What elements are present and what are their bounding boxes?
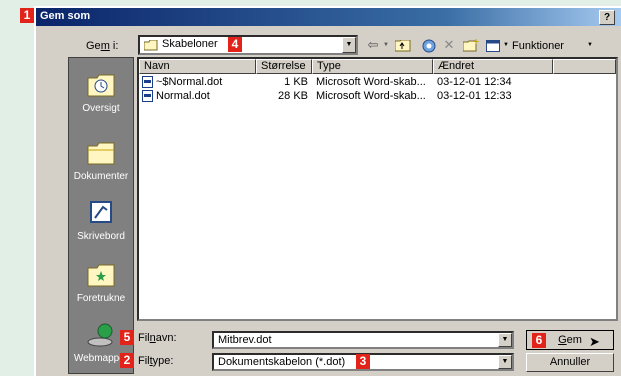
places-item-favorites[interactable]: Foretrukne [69,260,133,304]
title-bar: Gem som ? [36,8,621,26]
cancel-button[interactable]: Annuller [526,353,614,372]
file-name: Normal.dot [156,90,210,102]
file-row[interactable]: ~$Normal.dot 1 KB Microsoft Word-skab...… [139,75,616,89]
dialog-title: Gem som [40,10,91,22]
desktop-icon [90,201,112,223]
save-in-value: Skabeloner [162,38,218,50]
web-folders-icon [87,323,113,347]
places-label-documents: Dokumenter [73,171,129,182]
column-header-name[interactable]: Navn [139,59,256,74]
callout-marker-2: 2 [120,353,134,368]
views-icon[interactable] [484,35,502,55]
file-row[interactable]: Normal.dot 28 KB Microsoft Word-skab... … [139,89,616,103]
callout-marker-3: 3 [356,354,370,369]
save-in-dropdown[interactable]: Skabeloner ▼ [138,35,358,55]
word-template-icon [142,76,153,88]
places-item-documents[interactable]: Dokumenter [69,138,133,182]
save-in-label: Gem i: [86,40,119,52]
file-name: ~$Normal.dot [156,76,223,88]
places-label-history: Oversigt [82,103,120,114]
places-label-favorites: Foretrukne [76,293,126,304]
chevron-down-icon[interactable]: ▼ [342,37,356,53]
filetype-label: Filtype: [138,355,174,367]
word-template-icon [142,90,153,102]
new-folder-icon[interactable] [462,35,480,55]
tools-chevron-down-icon[interactable]: ▼ [586,35,594,55]
column-header-size[interactable]: Størrelse [256,59,312,74]
filename-input[interactable]: Mitbrev.dot ▼ [212,331,514,349]
filename-label: Filnavn: [138,332,177,344]
places-item-desktop[interactable]: Skrivebord [69,198,133,242]
file-size: 28 KB [278,90,308,102]
file-type: Microsoft Word-skab... [316,76,426,88]
chevron-down-icon[interactable]: ▼ [382,35,390,55]
filename-value: Mitbrev.dot [218,334,272,346]
column-header-modified[interactable]: Ændret [433,59,553,74]
delete-icon[interactable]: ✕ [440,35,458,55]
column-header-type[interactable]: Type [312,59,433,74]
mouse-cursor-icon: ➤ [589,334,600,349]
help-button[interactable]: ? [599,10,615,25]
callout-marker-1: 1 [20,8,34,23]
column-header-spare [553,59,616,74]
save-as-dialog: Gem som ? Gem i: Skabeloner ▼ 4 ⇦ ▼ ✕ ▼ … [34,6,621,376]
places-bar: Oversigt Dokumenter Skrivebord Foretrukn… [68,57,134,374]
file-list[interactable]: Navn Størrelse Type Ændret ~$Normal.dot … [137,57,618,321]
places-item-history[interactable]: Oversigt [69,70,133,114]
file-modified: 03-12-01 12:33 [437,90,512,102]
my-documents-folder-icon [87,142,115,165]
views-chevron-down-icon[interactable]: ▼ [502,35,510,55]
file-modified: 03-12-01 12:34 [437,76,512,88]
up-one-level-icon[interactable] [394,35,412,55]
chevron-down-icon[interactable]: ▼ [498,333,512,347]
filetype-value: Dokumentskabelon (*.dot) [218,356,346,368]
history-icon [87,74,115,97]
callout-marker-6: 6 [532,333,546,348]
places-label-desktop: Skrivebord [77,231,125,242]
file-type: Microsoft Word-skab... [316,90,426,102]
folder-icon [144,40,158,51]
favorites-icon [87,264,115,287]
back-icon[interactable]: ⇦ [364,35,382,55]
chevron-down-icon[interactable]: ▼ [498,355,512,369]
callout-marker-5: 5 [120,330,134,345]
file-size: 1 KB [284,76,308,88]
tools-menu[interactable]: Funktioner [512,40,564,52]
callout-marker-4: 4 [228,37,242,52]
search-web-icon[interactable] [420,35,438,55]
